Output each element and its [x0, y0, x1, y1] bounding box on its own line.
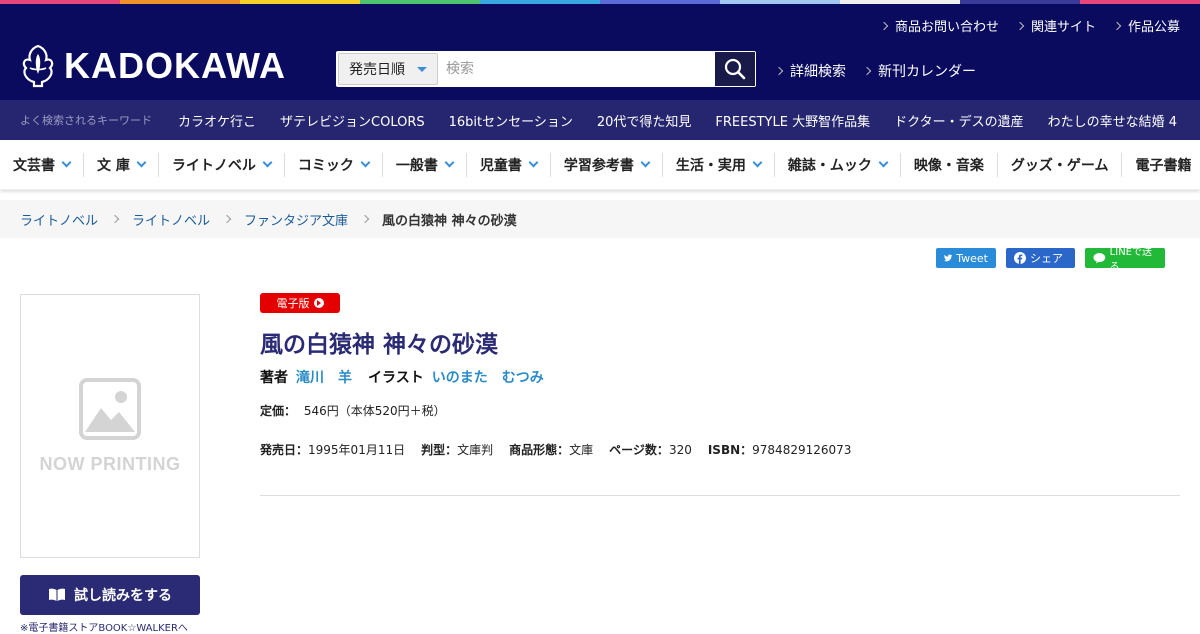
- category-goods-games[interactable]: グッズ・ゲーム: [998, 152, 1123, 177]
- chevron-down-icon: [752, 157, 763, 168]
- twitter-bird-icon: [944, 254, 953, 262]
- arrow-circle-icon: [313, 298, 324, 308]
- category-light-novel[interactable]: ライトノベル: [159, 152, 285, 177]
- illustrator-link[interactable]: いのまた むつみ: [432, 367, 544, 387]
- top-links: 商品お問い合わせ 関連サイト 作品公募: [879, 16, 1180, 35]
- chevron-right-icon: [862, 66, 872, 76]
- sort-select[interactable]: 発売日順: [338, 53, 438, 85]
- search-icon: [724, 58, 746, 80]
- author-label: 著者: [260, 370, 288, 386]
- product-meta: 発売日：1995年01月11日 判型：文庫判 商品形態：文庫 ページ数：320 …: [260, 441, 851, 458]
- category-nav: 文芸書 文 庫 ライトノベル コミック 一般書 児童書 学習参考書 生活・実用 …: [0, 140, 1200, 190]
- keyword-link[interactable]: ザテレビジョンCOLORS: [280, 111, 425, 130]
- page-count: ページ数：320: [609, 443, 692, 457]
- chevron-right-icon: [1112, 21, 1122, 30]
- line-icon: [1093, 253, 1106, 264]
- product-type: 商品形態：文庫: [509, 443, 594, 457]
- price-label: 定価：: [260, 404, 297, 418]
- isbn: ISBN：9784829126073: [707, 443, 852, 457]
- product-title: 風の白猿神 神々の砂漠: [260, 332, 499, 358]
- chevron-down-icon: [136, 157, 147, 168]
- book-format: 判型：文庫判: [421, 443, 494, 457]
- breadcrumb-link[interactable]: ライトノベル: [20, 210, 98, 229]
- top-link-related-sites[interactable]: 関連サイト: [1015, 16, 1096, 35]
- search-bar: 発売日順: [336, 51, 756, 87]
- breadcrumb: ライトノベル ライトノベル ファンタジア文庫 風の白猿神 神々の砂漠: [0, 200, 1200, 238]
- category-general[interactable]: 一般書: [383, 152, 467, 177]
- breadcrumb-link[interactable]: ファンタジア文庫: [244, 210, 348, 229]
- keyword-link[interactable]: 20代で得た知見: [597, 111, 692, 130]
- chevron-right-icon: [774, 66, 784, 76]
- author-link[interactable]: 滝川 羊: [296, 367, 352, 387]
- open-book-icon: [49, 588, 65, 601]
- breadcrumb-current: 風の白猿神 神々の砂漠: [382, 213, 517, 229]
- chevron-down-icon: [262, 157, 273, 168]
- image-placeholder-icon: [79, 377, 141, 440]
- chevron-right-icon: [879, 21, 889, 30]
- search-links: 詳細検索 新刊カレンダー: [774, 61, 976, 81]
- chevron-right-icon: [360, 214, 370, 224]
- popular-keywords-bar: よく検索されるキーワード カラオケ行こ ザテレビジョンCOLORS 16bitセ…: [0, 100, 1200, 140]
- illustrator-label: イラスト: [368, 370, 424, 386]
- new-release-calendar-link[interactable]: 新刊カレンダー: [862, 61, 976, 81]
- site-header: 商品お問い合わせ 関連サイト 作品公募 KADOKAWA 発売日順 詳細検索 新…: [0, 4, 1200, 100]
- section-divider: [260, 495, 1180, 496]
- release-date: 発売日：1995年01月11日: [260, 443, 406, 457]
- popular-keywords-label: よく検索されるキーワード: [20, 114, 152, 127]
- phoenix-logo-icon: [22, 44, 54, 88]
- trial-note: ※電子書籍ストアBOOK☆WALKERへ: [20, 623, 188, 634]
- price-row: 定価： 546円（本体520円＋税）: [260, 402, 446, 419]
- chevron-down-icon: [61, 157, 72, 168]
- chevron-right-icon: [110, 214, 120, 224]
- ebook-badge[interactable]: 電子版: [260, 293, 340, 313]
- keyword-link[interactable]: カラオケ行こ: [178, 111, 256, 130]
- facebook-icon: [1014, 252, 1026, 264]
- category-literature[interactable]: 文芸書: [0, 152, 84, 177]
- category-ebooks[interactable]: 電子書籍: [1122, 153, 1200, 177]
- facebook-share-button[interactable]: シェア: [1006, 248, 1075, 268]
- chevron-right-icon: [1015, 21, 1025, 30]
- chevron-down-icon: [360, 157, 371, 168]
- category-bunko[interactable]: 文 庫: [84, 152, 159, 177]
- category-magazine[interactable]: 雑誌・ムック: [775, 152, 901, 177]
- kadokawa-logo[interactable]: KADOKAWA: [20, 44, 286, 88]
- price-value: 546円（本体520円＋税）: [303, 404, 446, 418]
- category-comic[interactable]: コミック: [285, 152, 383, 177]
- keyword-link[interactable]: ドクター・デスの遺産: [894, 111, 1023, 130]
- share-buttons: Tweet シェア LINEで送る: [936, 247, 1165, 273]
- chevron-down-icon: [444, 157, 455, 168]
- logo-wordmark: KADOKAWA: [64, 45, 286, 86]
- advanced-search-link[interactable]: 詳細検索: [774, 61, 846, 81]
- category-children[interactable]: 児童書: [467, 152, 551, 177]
- chevron-right-icon: [222, 214, 232, 224]
- chevron-down-icon: [528, 157, 539, 168]
- top-link-inquiry[interactable]: 商品お問い合わせ: [879, 16, 999, 35]
- breadcrumb-link[interactable]: ライトノベル: [132, 210, 210, 229]
- keyword-link[interactable]: わたしの幸せな結婚 4: [1048, 111, 1177, 130]
- category-study[interactable]: 学習参考書: [551, 152, 663, 177]
- trial-read-button[interactable]: 試し読みをする: [20, 575, 200, 615]
- now-printing-label: NOW PRINTING: [39, 453, 181, 474]
- search-button[interactable]: [715, 52, 755, 86]
- book-cover-placeholder: NOW PRINTING: [20, 294, 200, 558]
- credits: 著者 滝川 羊 イラスト いのまた むつみ: [260, 367, 552, 387]
- caret-down-icon: [417, 67, 427, 72]
- chevron-down-icon: [640, 157, 651, 168]
- category-lifestyle[interactable]: 生活・実用: [663, 152, 775, 177]
- keyword-link[interactable]: FREESTYLE 大野智作品集: [715, 111, 870, 130]
- search-input[interactable]: [440, 51, 714, 87]
- keyword-link[interactable]: 16bitセンセーション: [449, 111, 573, 130]
- line-share-button[interactable]: LINEで送る: [1085, 247, 1165, 273]
- tweet-button[interactable]: Tweet: [936, 248, 996, 268]
- chevron-down-icon: [878, 157, 889, 168]
- category-video-music[interactable]: 映像・音楽: [901, 152, 998, 177]
- top-link-submissions[interactable]: 作品公募: [1112, 16, 1180, 35]
